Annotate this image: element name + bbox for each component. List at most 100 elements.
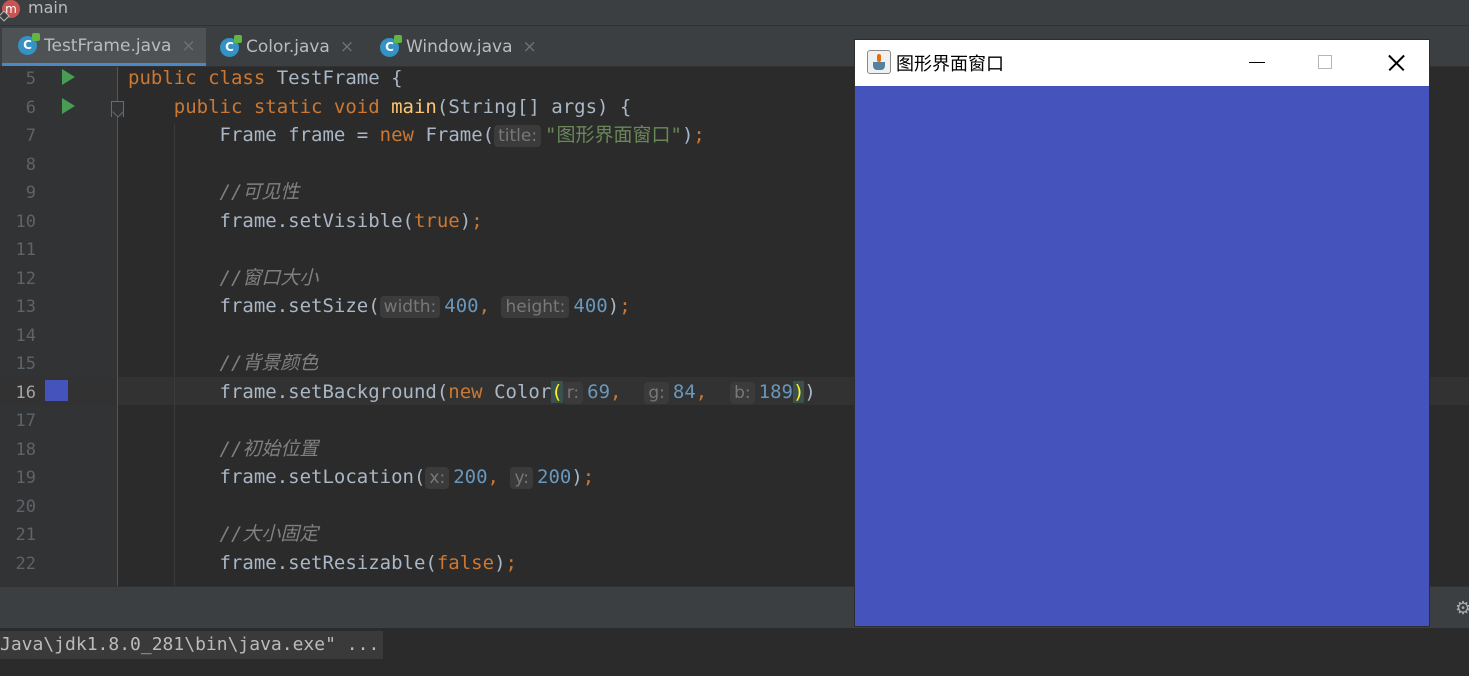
parameter-hint: x: [425,467,450,489]
code-token: //背景颜色 [128,352,319,374]
line-number[interactable]: 14 [0,322,36,350]
line-number[interactable]: 5 [0,65,36,93]
code-line[interactable]: //大小固定 [128,520,319,548]
line-number[interactable]: 12 [0,265,36,293]
code-token: (String[] args) { [436,96,632,118]
window-canvas[interactable] [855,86,1429,626]
code-token: new [448,381,495,403]
code-token: 200 [453,466,488,488]
java-class-icon: C [220,34,242,57]
code-token: 400 [573,295,608,317]
code-token: ) [459,210,472,232]
fold-icon[interactable] [111,101,124,117]
code-token: main [391,96,437,118]
parameter-hint: height: [501,296,570,318]
code-token: 200 [537,466,572,488]
code-line[interactable]: public class TestFrame { [128,64,403,92]
code-token: Frame( [425,124,495,146]
code-token: ) [571,466,583,488]
line-number[interactable]: 18 [0,436,36,464]
code-token: ) [607,295,620,317]
code-line[interactable]: frame.setSize(width: 400, height: 400); [128,292,631,320]
line-number[interactable]: 22 [0,550,36,578]
code-token: new [379,124,426,146]
tab-label: TestFrame.java [44,35,172,56]
run-main-icon[interactable] [62,98,75,114]
code-token: , [610,381,645,403]
parameter-hint: y: [510,467,533,489]
code-token: Frame frame = [128,124,380,146]
breadcrumb-main[interactable]: main [28,0,68,17]
code-line[interactable]: //可见性 [128,178,300,206]
line-number[interactable]: 11 [0,236,36,264]
maximize-icon [1318,55,1332,69]
line-number[interactable]: 17 [0,407,36,435]
tab-window[interactable]: C Window.java × [366,28,552,66]
code-token: false [436,552,495,574]
tab-testframe[interactable]: C TestFrame.java × [2,28,206,66]
code-token: frame.setResizable( [128,552,437,574]
minimize-button[interactable] [1223,40,1291,86]
java-icon [867,50,891,74]
close-button[interactable] [1361,40,1429,86]
line-number[interactable]: 7 [0,122,36,150]
awt-frame-window[interactable]: 图形界面窗口 [854,39,1430,627]
code-token: ) [792,381,805,403]
line-number[interactable]: 13 [0,293,36,321]
line-number[interactable]: 20 [0,493,36,521]
window-title-bar[interactable]: 图形界面窗口 [855,40,1429,86]
code-line[interactable]: //窗口大小 [128,264,319,292]
line-number[interactable]: 10 [0,208,36,236]
close-icon[interactable]: × [523,37,537,57]
parameter-hint: title: [494,125,542,147]
line-number[interactable]: 15 [0,350,36,378]
code-token: ( [551,381,563,403]
code-line[interactable]: frame.setLocation(x: 200, y: 200); [128,463,594,491]
code-token: 84 [672,381,696,403]
code-token: , [478,295,502,317]
code-line[interactable]: frame.setBackground(new Color(r: 69, g: 84… [128,378,816,406]
code-token: //可见性 [128,181,300,203]
java-class-icon: C [380,34,402,57]
code-line[interactable]: Frame frame = new Frame(title: "图形界面窗口"); [128,121,705,149]
code-token: frame.setVisible( [128,210,414,232]
code-token: frame.setBackground( [128,381,449,403]
code-token: ; [582,466,595,488]
code-token: Color [494,381,552,403]
line-number[interactable]: 6 [0,94,36,122]
minimize-icon [1249,62,1265,63]
run-class-icon[interactable] [62,69,75,85]
parameter-hint: b: [730,382,755,404]
line-number[interactable]: 9 [0,179,36,207]
gear-icon[interactable]: ⚙ [1455,598,1469,619]
code-token: ; [693,124,705,146]
code-token: ) [681,124,694,146]
code-token: true [413,210,460,232]
tab-color[interactable]: C Color.java × [206,28,366,66]
line-number[interactable]: 21 [0,521,36,549]
parameter-hint: g: [644,382,669,404]
color-swatch-icon[interactable] [45,380,68,401]
parameter-hint: r: [562,382,584,404]
line-number[interactable]: 19 [0,464,36,492]
line-number[interactable]: 8 [0,151,36,179]
code-line[interactable]: //背景颜色 [128,349,319,377]
code-token: public static void [128,96,392,118]
close-icon[interactable]: × [181,36,195,56]
code-token: 189 [758,381,793,403]
code-line[interactable]: frame.setVisible(true); [128,207,483,235]
code-token: //窗口大小 [128,267,319,289]
code-line[interactable]: public static void main(String[] args) { [128,93,632,121]
code-token: ; [505,552,517,574]
code-token: ) [494,552,506,574]
console-command-line: Java\jdk1.8.0_281\bin\java.exe" ... [0,631,384,659]
code-line[interactable]: frame.setResizable(false); [128,549,517,577]
line-number[interactable]: 16 [0,379,36,407]
close-icon[interactable]: × [340,37,354,57]
code-line[interactable]: //初始位置 [128,435,319,463]
maximize-button[interactable] [1292,40,1360,86]
code-token: //大小固定 [128,523,319,545]
code-token: frame.setLocation( [128,466,426,488]
code-token: ) [804,381,816,403]
code-token: , [487,466,511,488]
